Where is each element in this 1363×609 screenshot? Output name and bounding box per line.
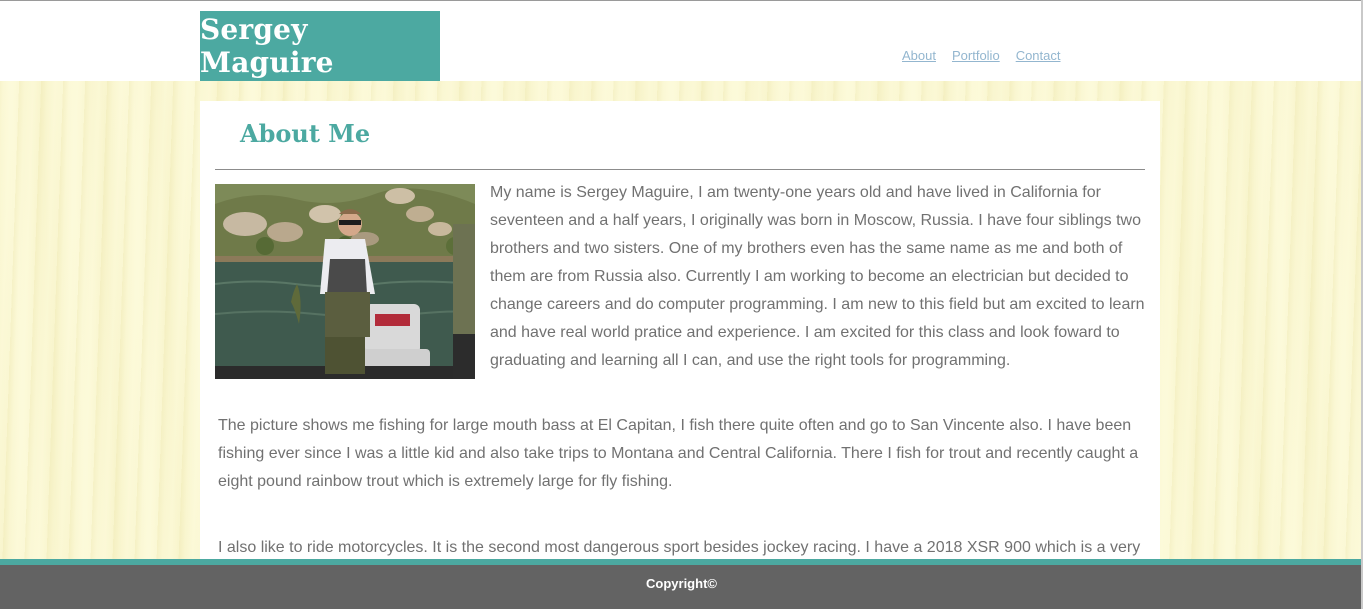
content-card: About Me My name is Sergey Maguire, I am… — [200, 101, 1160, 571]
about-paragraph-2: The picture shows me fishing for large m… — [218, 417, 1139, 490]
fishing-photo — [215, 184, 475, 379]
about-paragraph-3: I also like to ride motorcycles. It is t… — [218, 539, 1141, 556]
nav-link-portfolio[interactable]: Portfolio — [952, 48, 1000, 63]
nav-link-contact[interactable]: Contact — [1016, 48, 1061, 63]
page-title: About Me — [240, 119, 371, 148]
site-footer: Copyright© — [0, 559, 1363, 609]
site-header: Sergey Maguire About Portfolio Contact — [0, 1, 1361, 81]
title-divider — [215, 169, 1145, 170]
main-nav: About Portfolio Contact — [902, 48, 1061, 63]
copyright-text: Copyright© — [646, 576, 717, 591]
about-paragraph-1: My name is Sergey Maguire, I am twenty-o… — [490, 184, 1145, 369]
site-logo[interactable]: Sergey Maguire — [200, 11, 440, 81]
nav-link-about[interactable]: About — [902, 48, 936, 63]
